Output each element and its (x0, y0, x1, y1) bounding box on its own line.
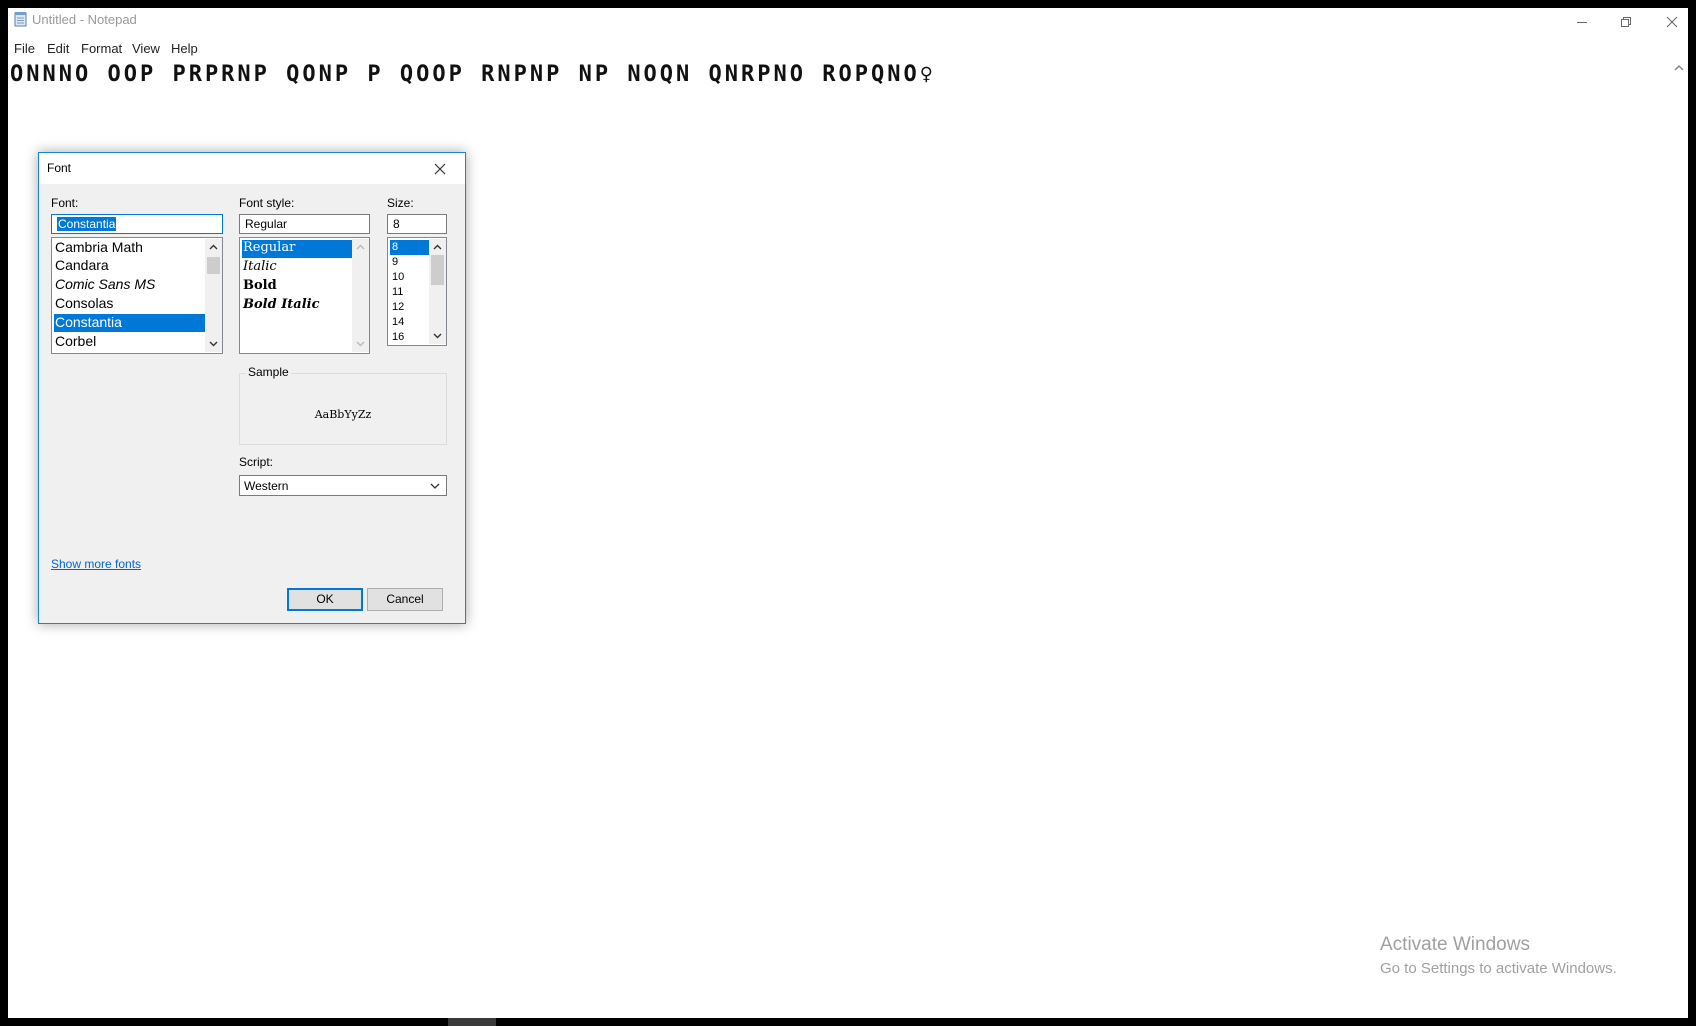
style-list-item[interactable]: Bold (242, 278, 353, 296)
script-value: Western (244, 479, 289, 493)
font-listbox[interactable]: Cambria Math Candara Comic Sans MS Conso… (51, 237, 223, 354)
font-style-value: Regular (245, 217, 288, 231)
watermark-title: Activate Windows (1380, 934, 1530, 955)
size-label: Size: (387, 196, 414, 210)
menu-view[interactable]: View (132, 41, 160, 56)
vertical-scrollbar[interactable] (1670, 60, 1688, 1018)
font-size-value: 8 (393, 217, 400, 231)
scroll-up-icon (209, 244, 218, 250)
style-list-scrollbar[interactable] (352, 239, 369, 352)
menu-edit[interactable]: Edit (47, 41, 69, 56)
cancel-button[interactable]: Cancel (367, 588, 443, 611)
size-list-item[interactable]: 10 (390, 270, 432, 285)
font-list-item[interactable]: Cambria Math (54, 239, 206, 257)
close-button[interactable] (1648, 8, 1688, 38)
sample-preview: AaBbYyZz (314, 408, 372, 421)
show-more-fonts-link[interactable]: Show more fonts (51, 557, 141, 571)
size-list-item-selected[interactable]: 8 (390, 240, 432, 255)
minimize-icon (1577, 22, 1587, 23)
chevron-down-icon (430, 483, 440, 489)
font-list-item[interactable]: Comic Sans MS (54, 276, 206, 294)
editor-content: ONNNO OOP PRPRNP QONP P QOOP RNPNP NP NO… (10, 62, 936, 87)
font-list-item-selected[interactable]: Constantia (54, 314, 206, 332)
font-size-listbox[interactable]: 8 9 10 11 12 14 16 (387, 237, 447, 346)
font-style-label: Font style: (239, 196, 295, 210)
title-bar[interactable]: Untitled - Notepad (8, 8, 1688, 38)
font-name-input[interactable]: Constantia (51, 214, 223, 234)
style-list-item[interactable]: Italic (242, 259, 353, 277)
scroll-thumb[interactable] (431, 255, 444, 285)
size-list-item[interactable]: 12 (390, 300, 432, 315)
scroll-down-icon (209, 341, 218, 347)
font-list-item[interactable]: Candara (54, 257, 206, 275)
size-list-item[interactable]: 16 (390, 330, 432, 345)
font-style-input[interactable]: Regular (239, 214, 370, 234)
scroll-up-icon (356, 244, 365, 250)
watermark-subtitle: Go to Settings to activate Windows. (1380, 960, 1617, 977)
menu-format[interactable]: Format (81, 41, 122, 56)
dialog-title-bar[interactable]: Font (39, 153, 465, 184)
scroll-up-icon (433, 244, 442, 250)
size-list-scrollbar[interactable] (429, 239, 446, 344)
taskbar (0, 1018, 1696, 1026)
dialog-title: Font (47, 161, 72, 175)
style-list-item-selected[interactable]: Regular (242, 240, 353, 258)
scroll-thumb[interactable] (207, 257, 220, 274)
sample-group: Sample AaBbYyZz (239, 365, 447, 445)
sample-label: Sample (246, 365, 291, 379)
size-list-item[interactable]: 11 (390, 285, 432, 300)
font-label: Font: (51, 196, 79, 210)
font-list-item[interactable]: Consolas (54, 295, 206, 313)
menu-file[interactable]: File (14, 41, 35, 56)
close-icon (1666, 16, 1678, 28)
minimize-button[interactable] (1558, 8, 1606, 38)
style-list-item[interactable]: Bold Italic (242, 297, 353, 315)
font-dialog: Font Font: Constantia Cambria Math Canda… (38, 152, 466, 624)
script-label: Script: (239, 455, 274, 469)
menu-bar: File Edit Format View Help (8, 38, 1688, 60)
size-list-item[interactable]: 14 (390, 315, 432, 330)
notepad-icon (13, 11, 29, 27)
taskbar-active-app[interactable] (448, 1018, 496, 1026)
scroll-up-icon (1674, 64, 1684, 71)
restore-button[interactable] (1602, 8, 1650, 38)
font-list-scrollbar[interactable] (205, 239, 222, 352)
menu-help[interactable]: Help (171, 41, 198, 56)
window-title: Untitled - Notepad (32, 12, 137, 27)
ok-button[interactable]: OK (287, 588, 363, 611)
dialog-close-button[interactable] (431, 160, 449, 178)
size-list-item[interactable]: 9 (390, 255, 432, 270)
font-style-listbox[interactable]: Regular Italic Bold Bold Italic (239, 237, 370, 354)
font-name-value: Constantia (57, 217, 117, 231)
close-icon (434, 163, 446, 175)
script-dropdown[interactable]: Western (239, 475, 447, 496)
scroll-down-icon (356, 341, 365, 347)
font-size-input[interactable]: 8 (387, 214, 447, 234)
restore-icon (1621, 17, 1631, 27)
scroll-down-icon (433, 333, 442, 339)
font-list-item[interactable]: Corbel (54, 333, 206, 351)
